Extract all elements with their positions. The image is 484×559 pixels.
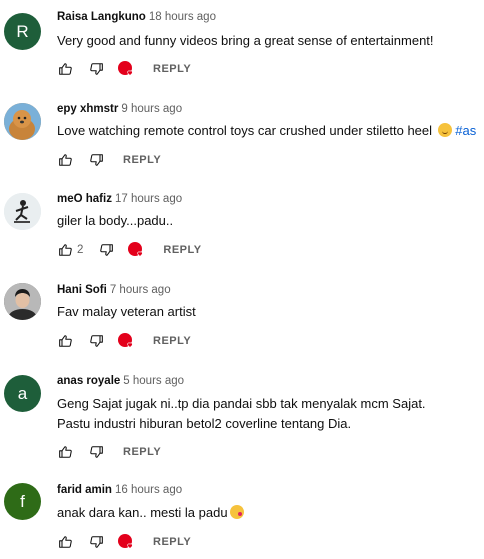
avatar[interactable]: a	[4, 375, 41, 412]
reply-button[interactable]: REPLY	[123, 154, 161, 166]
timestamp[interactable]: 18 hours ago	[149, 11, 216, 23]
comment-text-line: Pastu industri hiburan betol2 coverline …	[57, 416, 352, 431]
thumb-up-icon	[58, 335, 72, 347]
creator-heart	[127, 241, 147, 259]
creator-heart	[117, 533, 137, 551]
comment: a anas royale 5 hours ago Geng Sajat juga…	[0, 364, 484, 474]
comment: R Raisa Langkuno 18 hours ago Very good a…	[0, 0, 484, 92]
thumb-down-icon	[89, 536, 103, 548]
kiss-emoji-icon	[229, 505, 244, 519]
dislike-button[interactable]	[95, 243, 117, 257]
timestamp[interactable]: 9 hours ago	[121, 103, 182, 115]
comment: Hani Sofi 7 hours ago Fav malay veteran a…	[0, 272, 484, 364]
dislike-button[interactable]	[85, 153, 107, 167]
action-bar: REPLY	[55, 59, 191, 79]
timestamp[interactable]: 17 hours ago	[115, 193, 182, 205]
thumb-up-icon	[58, 63, 72, 75]
thumb-down-icon	[89, 154, 103, 166]
action-bar: 2 REPLY	[55, 240, 202, 260]
like-button[interactable]	[55, 334, 75, 348]
comment-text: anak dara kan.. mesti la padu	[57, 503, 244, 523]
comment-header: farid amin 16 hours ago	[57, 484, 182, 496]
timestamp[interactable]: 5 hours ago	[123, 375, 184, 387]
creator-heart-icon	[118, 333, 133, 348]
thumb-up-icon	[58, 536, 72, 548]
thumb-down-icon	[89, 335, 103, 347]
thumb-up-icon	[58, 446, 72, 458]
avatar[interactable]	[4, 283, 41, 320]
avatar[interactable]	[4, 103, 41, 140]
comment-text: Fav malay veteran artist	[57, 304, 196, 319]
author-name[interactable]: meO hafiz	[57, 193, 112, 205]
reply-button[interactable]: REPLY	[153, 335, 191, 347]
comment-header: anas royale 5 hours ago	[57, 375, 184, 387]
skater-avatar-image	[4, 193, 41, 230]
author-name[interactable]: farid amin	[57, 484, 112, 496]
person-avatar-image	[4, 283, 41, 320]
author-name[interactable]: anas royale	[57, 375, 120, 387]
author-name[interactable]: Raisa Langkuno	[57, 11, 146, 23]
avatar-letter: f	[20, 491, 25, 511]
comment-header: Raisa Langkuno 18 hours ago	[57, 11, 216, 23]
like-button[interactable]	[55, 243, 75, 257]
creator-heart	[117, 332, 137, 350]
thumb-down-icon	[100, 244, 113, 256]
author-name[interactable]: epy xhmstr	[57, 103, 118, 115]
timestamp[interactable]: 7 hours ago	[110, 284, 171, 296]
creator-heart-icon	[118, 534, 133, 549]
dislike-button[interactable]	[85, 334, 107, 348]
reply-button[interactable]: REPLY	[153, 536, 191, 548]
like-button[interactable]	[55, 153, 75, 167]
timestamp[interactable]: 16 hours ago	[115, 484, 182, 496]
action-bar: REPLY	[55, 442, 161, 462]
comment-text-body: anak dara kan.. mesti la padu	[57, 505, 228, 520]
avatar[interactable]: R	[4, 13, 41, 50]
comment-text: Geng Sajat jugak ni..tp dia pandai sbb t…	[57, 394, 426, 434]
heart-eyes-emoji-icon	[437, 123, 452, 137]
dislike-button[interactable]	[85, 62, 107, 76]
like-button[interactable]	[55, 445, 75, 459]
avatar[interactable]	[4, 193, 41, 230]
comment: epy xhmstr 9 hours ago Love watching remo…	[0, 92, 484, 182]
like-count: 2	[77, 244, 84, 256]
creator-heart-icon	[128, 242, 144, 257]
comment-header: epy xhmstr 9 hours ago	[57, 103, 182, 115]
avatar[interactable]: f	[4, 483, 41, 520]
reply-button[interactable]: REPLY	[163, 244, 201, 256]
comment-header: Hani Sofi 7 hours ago	[57, 284, 171, 296]
thumb-up-icon	[58, 244, 72, 256]
reply-button[interactable]: REPLY	[153, 63, 191, 75]
action-bar: REPLY	[55, 532, 191, 552]
dog-avatar-image	[4, 103, 41, 140]
hashtag-link[interactable]: #as	[455, 123, 476, 138]
creator-heart-icon	[118, 61, 133, 76]
comment-text: Very good and funny videos bring a great…	[57, 33, 434, 48]
comment: meO hafiz 17 hours ago giler la body...pa…	[0, 182, 484, 272]
dislike-button[interactable]	[85, 535, 107, 549]
comment-header: meO hafiz 17 hours ago	[57, 193, 182, 205]
comment: f farid amin 16 hours ago anak dara kan..…	[0, 474, 484, 559]
comment-text-body: Love watching remote control toys car cr…	[57, 123, 433, 138]
like-button[interactable]	[55, 535, 75, 549]
thumb-down-icon	[89, 63, 103, 75]
like-button[interactable]	[55, 62, 75, 76]
creator-heart	[117, 60, 137, 78]
dislike-button[interactable]	[85, 445, 107, 459]
reply-button[interactable]: REPLY	[123, 446, 161, 458]
author-name[interactable]: Hani Sofi	[57, 284, 107, 296]
comment-text: giler la body...padu..	[57, 213, 174, 228]
action-bar: REPLY	[55, 331, 191, 351]
comment-text-line: Geng Sajat jugak ni..tp dia pandai sbb t…	[57, 396, 426, 411]
thumb-up-icon	[58, 154, 72, 166]
thumb-down-icon	[89, 446, 103, 458]
action-bar: REPLY	[55, 150, 161, 170]
avatar-letter: R	[16, 21, 29, 41]
comment-text: Love watching remote control toys car cr…	[57, 121, 476, 141]
avatar-letter: a	[17, 383, 28, 403]
